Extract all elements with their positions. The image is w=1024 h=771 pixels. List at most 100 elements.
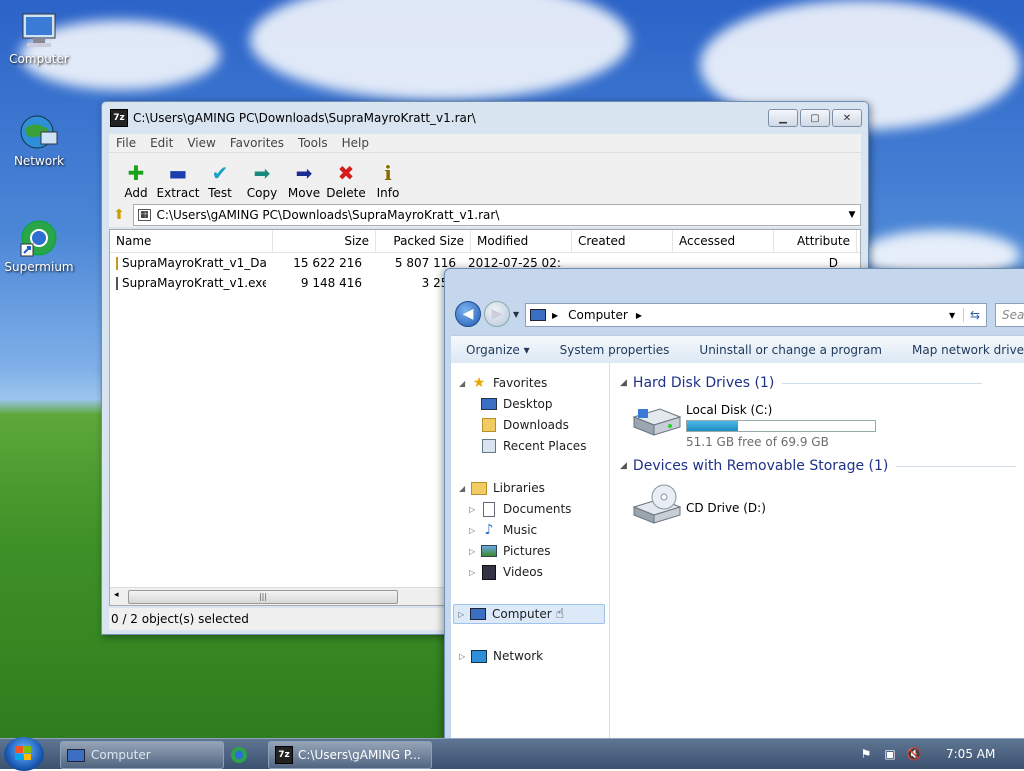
nav-pictures[interactable]: ▷ Pictures	[469, 541, 551, 561]
nav-downloads[interactable]: Downloads	[481, 415, 569, 435]
column-created[interactable]: Created	[572, 230, 673, 252]
nav-computer[interactable]: ▷ Computer ☝	[453, 604, 605, 624]
drive-c-usage-bar	[686, 420, 876, 432]
maximize-button[interactable]: ▢	[800, 109, 830, 127]
collapsed-arrow-icon[interactable]: ▷	[469, 568, 479, 577]
collapsed-arrow-icon[interactable]: ▷	[469, 547, 479, 556]
group-hard-disk-drives[interactable]: ◢ Hard Disk Drives (1)	[620, 375, 983, 391]
dropdown-arrow-icon[interactable]: ▼	[844, 210, 860, 220]
folder-up-icon[interactable]: ⬆	[109, 207, 129, 223]
close-button[interactable]: ✕	[832, 109, 862, 127]
info-button[interactable]: i Info	[367, 153, 409, 203]
breadcrumb-computer[interactable]: Computer	[568, 308, 628, 322]
recent-pages-dropdown-icon[interactable]: ▼	[513, 310, 519, 319]
uninstall-program-button[interactable]: Uninstall or change a program	[684, 343, 897, 357]
network-tray-icon[interactable]: ▣	[878, 747, 902, 761]
copy-button[interactable]: ➡ Copy	[241, 153, 283, 203]
desktop-icon-supermium[interactable]: Supermium	[3, 218, 75, 274]
forward-button[interactable]: ▶	[484, 301, 510, 327]
breadcrumb-chevron-icon[interactable]: ▶	[636, 311, 949, 320]
column-modified[interactable]: Modified	[471, 230, 572, 252]
nav-recent-places[interactable]: Recent Places	[481, 436, 586, 456]
search-input[interactable]: Sear	[995, 303, 1024, 327]
network-globe-icon	[17, 112, 61, 152]
action-center-flag-icon[interactable]: ⚑	[854, 747, 878, 761]
check-icon: ✔	[211, 161, 229, 185]
back-button[interactable]: ◀	[455, 301, 481, 327]
group-header-text: Devices with Removable Storage (1)	[632, 458, 889, 474]
group-collapse-arrow-icon[interactable]: ◢	[620, 378, 627, 388]
network-icon	[471, 649, 487, 663]
nav-label: Videos	[503, 565, 543, 579]
collapsed-arrow-icon[interactable]: ▷	[469, 505, 479, 514]
minimize-button[interactable]: ▁	[768, 109, 798, 127]
group-removable-storage[interactable]: ◢ Devices with Removable Storage (1)	[620, 458, 1017, 474]
map-network-drive-button[interactable]: Map network drive	[897, 343, 1024, 357]
column-packed-size[interactable]: Packed Size	[376, 230, 471, 252]
menu-favorites[interactable]: Favorites	[223, 134, 291, 152]
refresh-icon[interactable]: ⇆	[963, 308, 986, 322]
clock[interactable]: 7:05 AM	[946, 747, 995, 761]
menu-file[interactable]: File	[109, 134, 143, 152]
copy-arrow-icon: ➡	[253, 161, 271, 185]
column-accessed[interactable]: Accessed	[673, 230, 774, 252]
7zip-title: C:\Users\gAMING PC\Downloads\SupraMayroK…	[133, 111, 476, 125]
nav-documents[interactable]: ▷ Documents	[469, 499, 571, 519]
column-header-row: Name Size Packed Size Modified Created A…	[110, 230, 860, 253]
documents-icon	[481, 501, 497, 517]
drive-d[interactable]: CD Drive (D:)	[630, 483, 766, 527]
organize-button[interactable]: Organize ▾	[451, 343, 545, 357]
expanded-arrow-icon[interactable]: ◢	[459, 379, 469, 388]
nav-favorites[interactable]: ◢ ★ Favorites	[459, 373, 547, 393]
nav-videos[interactable]: ▷ Videos	[469, 562, 543, 582]
tool-label: Test	[208, 186, 232, 200]
hand-cursor-icon: ☝	[555, 606, 565, 622]
collapsed-arrow-icon[interactable]: ▷	[459, 652, 469, 661]
taskbar-button-computer[interactable]: Computer	[60, 741, 224, 769]
address-dropdown-icon[interactable]: ▼	[949, 311, 963, 320]
column-attribute[interactable]: Attribute	[774, 230, 857, 252]
supermium-browser-icon	[17, 218, 61, 258]
expanded-arrow-icon[interactable]: ◢	[459, 484, 469, 493]
scrollbar-thumb[interactable]: |||	[128, 590, 398, 604]
explorer-window: ◀ ▶ ▼ ▶ Computer ▶ ▼ ⇆ Sear Organize ▾ S…	[444, 268, 1024, 740]
delete-button[interactable]: ✖ Delete	[325, 153, 367, 203]
menu-help[interactable]: Help	[335, 134, 376, 152]
collapsed-arrow-icon[interactable]: ▷	[458, 610, 468, 619]
menu-edit[interactable]: Edit	[143, 134, 180, 152]
7zip-menubar: File Edit View Favorites Tools Help	[109, 134, 861, 152]
libraries-icon	[471, 481, 487, 495]
test-button[interactable]: ✔ Test	[199, 153, 241, 203]
menu-view[interactable]: View	[180, 134, 222, 152]
explorer-address-bar[interactable]: ▶ Computer ▶ ▼ ⇆	[525, 303, 987, 327]
group-collapse-arrow-icon[interactable]: ◢	[620, 461, 627, 471]
extract-button[interactable]: ▬ Extract	[157, 153, 200, 203]
desktop-icon-network[interactable]: Network	[3, 112, 75, 168]
breadcrumb-chevron-icon[interactable]: ▶	[552, 311, 558, 320]
system-properties-button[interactable]: System properties	[545, 343, 685, 357]
taskbar-button-7zip[interactable]: 7z C:\Users\gAMING P...	[268, 741, 432, 769]
nav-libraries[interactable]: ◢ Libraries	[459, 478, 545, 498]
taskbar-button-supermium[interactable]	[224, 741, 268, 769]
scroll-left-icon[interactable]: ◂	[114, 590, 119, 600]
7zip-titlebar[interactable]: 7z C:\Users\gAMING PC\Downloads\SupraMay…	[102, 102, 868, 134]
drive-c[interactable]: Local Disk (C:) 51.1 GB free of 69.9 GB	[630, 399, 876, 449]
nav-network[interactable]: ▷ Network	[459, 646, 543, 666]
7zip-address-field[interactable]: ▦ C:\Users\gAMING PC\Downloads\SupraMayr…	[133, 204, 861, 226]
move-button[interactable]: ➡ Move	[283, 153, 325, 203]
volume-muted-icon[interactable]: 🔇	[902, 747, 926, 761]
plus-icon: ✚	[127, 161, 145, 185]
nav-music[interactable]: ▷ ♪ Music	[469, 520, 537, 540]
desktop-icon-computer[interactable]: Computer	[3, 10, 75, 66]
notification-area: ⚑ ▣ 🔇 7:05 AM	[854, 739, 1024, 769]
add-button[interactable]: ✚ Add	[115, 153, 157, 203]
info-icon: i	[384, 161, 392, 185]
column-name[interactable]: Name	[110, 230, 273, 252]
cd-drive-icon	[632, 484, 682, 524]
start-button[interactable]	[4, 737, 44, 771]
collapsed-arrow-icon[interactable]: ▷	[469, 526, 479, 535]
menu-tools[interactable]: Tools	[291, 134, 335, 152]
forward-arrow-icon: ▶	[491, 306, 503, 322]
column-size[interactable]: Size	[273, 230, 376, 252]
nav-desktop[interactable]: Desktop	[481, 394, 553, 414]
